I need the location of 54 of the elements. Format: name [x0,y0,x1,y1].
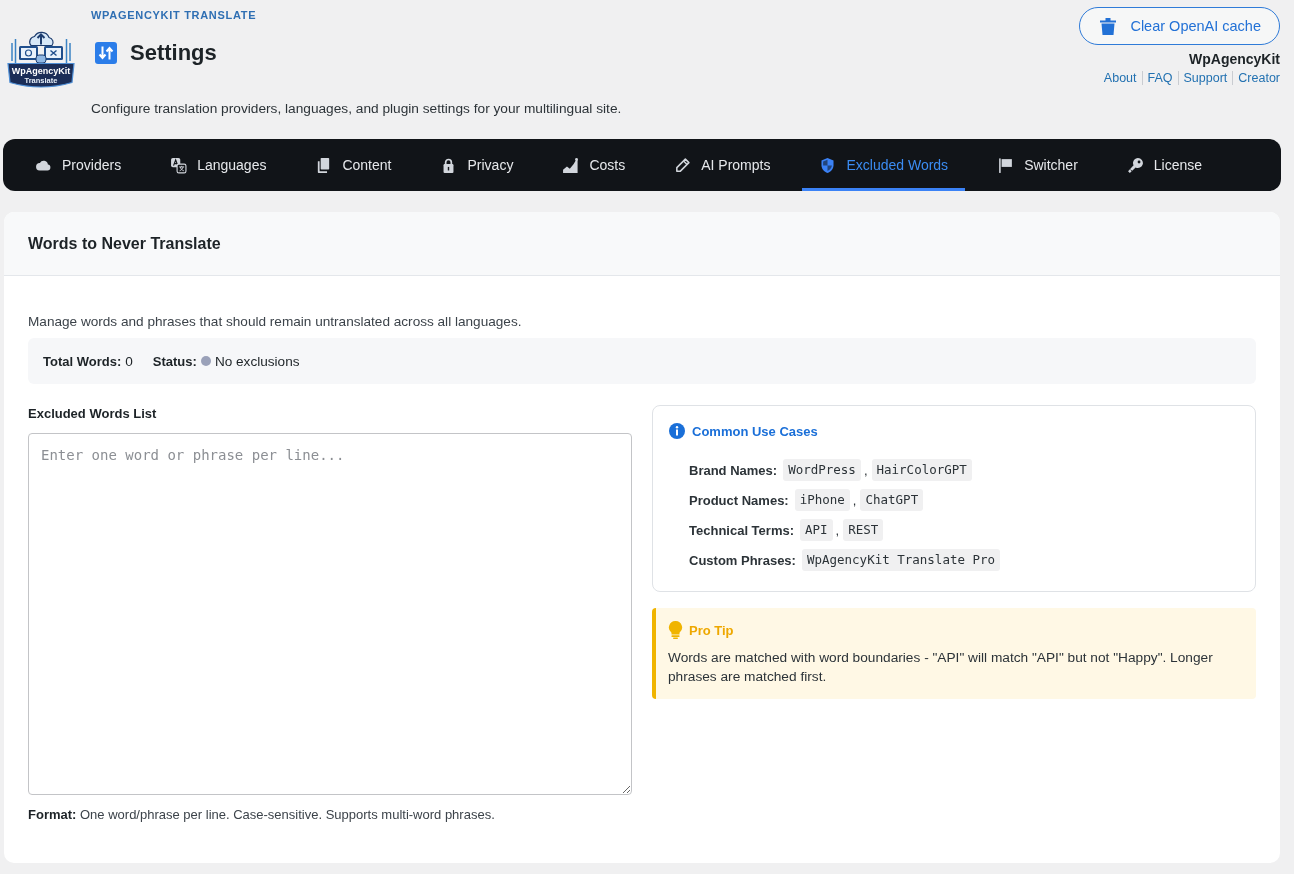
nav-tab[interactable]: AI Prompts [657,139,788,191]
page-title: Settings [130,39,217,67]
lightbulb-icon [668,621,683,639]
code-term: WordPress [783,459,861,481]
term-separator: , [852,492,857,508]
code-term: REST [843,519,884,541]
nav-tab[interactable]: Content [298,139,409,191]
nav-tab[interactable]: Providers [18,139,139,191]
header-link[interactable]: FAQ [1141,71,1178,85]
trash-icon [1100,17,1117,35]
nav-tab[interactable]: Excluded Words [802,139,966,191]
stat-label: Total Words: [43,353,122,369]
area-chart-icon [562,156,580,174]
up-down-arrows-icon [95,42,117,64]
card-title: Words to Never Translate [28,234,221,253]
section-description: Manage words and phrases that should remain untranslated across all languages. [28,314,523,330]
shield-icon [819,156,837,174]
page-description: Configure translation providers, languages, and plugin settings for your multilingual site. [91,101,623,117]
header-link[interactable]: Creator [1232,71,1280,85]
pencil-icon [674,156,692,174]
tip-title: Pro Tip [689,622,734,638]
nav-tab[interactable]: Costs [545,139,643,191]
info-icon [669,423,685,439]
use-case-label: Brand Names: [689,462,778,478]
clear-cache-button[interactable]: Clear OpenAI cache [1079,7,1280,45]
term-separator: , [835,522,840,538]
code-term: ChatGPT [860,489,924,511]
code-term: API [800,519,833,541]
flag-icon [997,156,1015,174]
stat-value: No exclusions [214,353,300,369]
vendor-name: WpAgencyKit [1189,50,1280,68]
code-term: HairColorGPT [871,459,972,481]
use-case-label: Technical Terms: [689,522,794,538]
use-cases-title: Common Use Cases [692,423,818,439]
term-separator: , [863,462,868,478]
code-term: iPhone [794,489,850,511]
code-term: WpAgencyKit Translate Pro [801,549,1001,571]
nav-tab[interactable]: License [1109,139,1220,191]
tip-text: Words are matched with word boundaries - "API" will match "API" but not "Happy". Longer phrases are matched first. [668,649,1214,686]
plugin-name: WPAGENCYKIT TRANSLATE [91,8,258,22]
stat-label: Status: [152,353,197,369]
stat-value: 0 [125,353,133,369]
header-link[interactable]: About [1098,71,1142,85]
words-textarea[interactable]: Enter one word or phrase per line... [28,433,632,795]
nav-tab[interactable]: Languages [153,139,284,191]
format-note: Format: One word/phrase per line. Case-sensitive. Supports multi-word phrases. [28,807,496,823]
nav-tab[interactable]: Privacy [423,139,531,191]
field-label: Excluded Words List [28,406,158,422]
use-case-label: Product Names: [689,492,789,508]
key-icon [1126,156,1144,174]
nav-tab[interactable]: Switcher [980,139,1095,191]
use-case-label: Custom Phrases: [689,552,796,568]
header-link[interactable]: Support [1177,71,1233,85]
translate-icon [170,156,188,174]
